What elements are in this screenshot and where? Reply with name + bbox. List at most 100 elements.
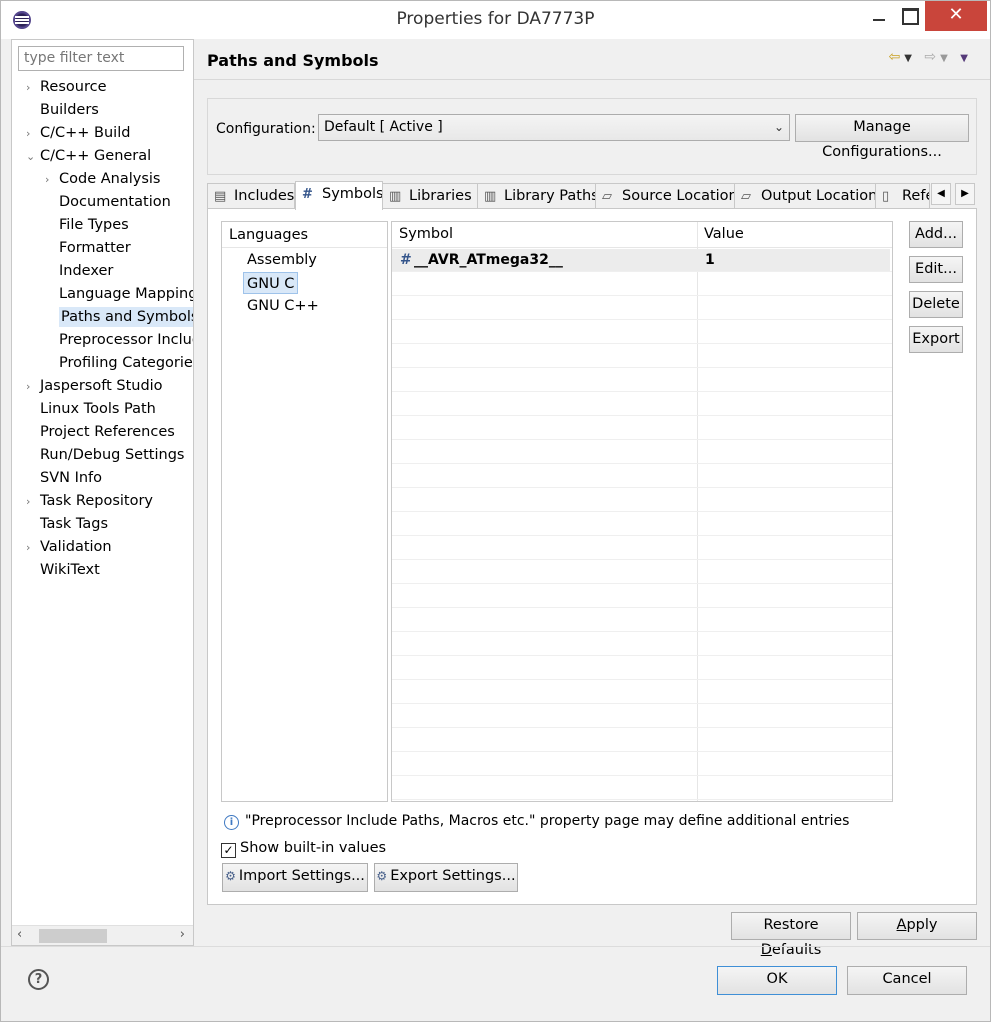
restore-defaults-button[interactable]: Restore Defaults [731, 912, 851, 958]
scroll-left-icon[interactable]: ‹ [17, 927, 22, 942]
row-gridline [392, 751, 892, 752]
tab-libraries[interactable]: ▥ Libraries [382, 183, 478, 209]
row-gridline [392, 679, 892, 680]
tree-item[interactable]: Task Tags [26, 513, 108, 535]
row-gridline [392, 343, 892, 344]
apply-mnemonic: A [896, 917, 907, 933]
tree-item[interactable]: Paths and Symbols [45, 306, 193, 328]
cancel-button[interactable]: Cancel [847, 966, 967, 995]
tree-item[interactable]: WikiText [26, 559, 100, 581]
tab-references[interactable]: ▯ References [875, 183, 930, 209]
tree-item[interactable]: › Jaspersoft Studio [26, 375, 163, 397]
symbol-cell: __AVR_ATmega32__ [414, 252, 563, 268]
tree-item[interactable]: ⌄ C/C++ General [26, 145, 151, 167]
back-menu-icon[interactable]: ▼ [904, 53, 916, 64]
symbol-column-header[interactable]: Symbol [399, 226, 453, 242]
header-divider [194, 79, 990, 80]
chevron-right-icon[interactable]: › [26, 123, 40, 145]
configuration-label: Configuration: [216, 121, 316, 137]
tree-item[interactable]: › Code Analysis [45, 168, 160, 190]
import-settings-button[interactable]: ⚙ Import Settings... [222, 863, 368, 892]
forward-arrow-icon[interactable]: ⇨ [924, 49, 940, 65]
help-icon[interactable]: ? [28, 969, 49, 990]
tree-item[interactable]: Profiling Categories [45, 352, 193, 374]
export-button[interactable]: Export [909, 326, 963, 353]
scrollbar-thumb[interactable] [39, 929, 107, 943]
row-gridline [392, 487, 892, 488]
title-bar: Properties for DA7773P ✕ [1, 1, 990, 39]
back-arrow-icon[interactable]: ⇦ [889, 49, 905, 65]
row-gridline [392, 703, 892, 704]
symbols-tab-panel: Languages Assembly GNU C GNU C++ Symbol Va… [207, 208, 977, 905]
row-gridline [392, 367, 892, 368]
horizontal-scrollbar[interactable]: ‹ › [12, 925, 193, 945]
tab-source-location[interactable]: ▱ Source Location [595, 183, 735, 209]
tab-label: Includes [234, 188, 295, 204]
tree-item[interactable]: Formatter [45, 237, 131, 259]
configuration-group: Configuration: Default [ Active ] ⌄ Mana… [207, 98, 977, 175]
chevron-right-icon[interactable]: › [26, 491, 40, 513]
tab-includes[interactable]: ▤ Includes [207, 183, 295, 209]
tree-item[interactable]: Project References [26, 421, 175, 443]
configuration-select[interactable]: Default [ Active ] ⌄ [318, 114, 790, 141]
chevron-right-icon[interactable]: › [26, 376, 40, 398]
tab-scroll-right-icon[interactable]: ▶ [955, 183, 975, 205]
filter-input[interactable]: type filter text [18, 46, 184, 71]
tree-item[interactable]: SVN Info [26, 467, 102, 489]
language-item[interactable]: GNU C++ [247, 295, 319, 317]
delete-button[interactable]: Delete [909, 291, 963, 318]
export-settings-button[interactable]: ⚙ Export Settings... [374, 863, 518, 892]
tree-item[interactable]: Documentation [45, 191, 171, 213]
chevron-right-icon[interactable]: › [26, 77, 40, 99]
row-gridline [392, 319, 892, 320]
row-gridline [392, 415, 892, 416]
tab-output-location[interactable]: ▱ Output Location [734, 183, 876, 209]
manage-configurations-button[interactable]: Manage Configurations... [795, 114, 969, 160]
tree-item[interactable]: › Resource [26, 76, 107, 98]
edit-button[interactable]: Edit... [909, 256, 963, 283]
scroll-right-icon[interactable]: › [180, 927, 185, 942]
forward-menu-icon[interactable]: ▼ [940, 53, 952, 64]
category-tree: › Resource Builders › C/C++ Build ⌄ C/C++ Gene… [12, 76, 193, 926]
checkbox-checked-icon[interactable]: ✓ [221, 843, 236, 858]
tree-item[interactable]: › Validation [26, 536, 112, 558]
language-item[interactable]: Assembly [247, 249, 317, 271]
chevron-down-icon: ⌄ [773, 120, 784, 134]
tree-item[interactable]: Linux Tools Path [26, 398, 156, 420]
tab-scroll-left-icon[interactable]: ◀ [931, 183, 951, 205]
tree-item[interactable]: Preprocessor Include [45, 329, 193, 351]
import-icon: ⚙ [225, 869, 236, 883]
chevron-right-icon[interactable]: › [26, 537, 40, 559]
show-builtin-checkbox[interactable]: ✓ Show built-in values [221, 840, 386, 858]
tree-item[interactable]: › C/C++ Build [26, 122, 130, 144]
table-row[interactable]: # __AVR_ATmega32__ 1 [392, 249, 890, 271]
tree-item-label: Resource [40, 79, 107, 95]
close-button[interactable]: ✕ [925, 1, 987, 31]
tree-item-label: Code Analysis [59, 171, 161, 187]
tree-item-label: Paths and Symbols [59, 307, 193, 327]
chevron-right-icon[interactable]: › [45, 169, 59, 191]
add-button[interactable]: Add... [909, 221, 963, 248]
tree-item[interactable]: › Task Repository [26, 490, 153, 512]
ok-button[interactable]: OK [717, 966, 837, 995]
row-gridline [392, 271, 892, 272]
value-column-header[interactable]: Value [704, 226, 744, 242]
row-gridline [392, 559, 892, 560]
tree-item[interactable]: Builders [26, 99, 99, 121]
window-title: Properties for DA7773P [396, 9, 595, 29]
restore-label-post: efaults [771, 942, 822, 958]
row-gridline [392, 631, 892, 632]
tree-item[interactable]: File Types [45, 214, 129, 236]
view-menu-icon[interactable]: ▼ [960, 53, 972, 64]
tab-library-paths[interactable]: ▥ Library Paths [477, 183, 596, 209]
tree-item[interactable]: Run/Debug Settings [26, 444, 184, 466]
tree-item-label: Task Repository [40, 493, 154, 509]
tree-item[interactable]: Language Mapping [45, 283, 193, 305]
apply-button[interactable]: Apply [857, 912, 977, 940]
table-header: Symbol Value [392, 222, 892, 248]
tree-item-label: Run/Debug Settings [40, 447, 185, 463]
tree-item[interactable]: Indexer [45, 260, 113, 282]
tab-symbols[interactable]: # Symbols [295, 181, 383, 210]
chevron-down-icon[interactable]: ⌄ [26, 146, 40, 168]
language-item[interactable]: GNU C [243, 272, 299, 294]
